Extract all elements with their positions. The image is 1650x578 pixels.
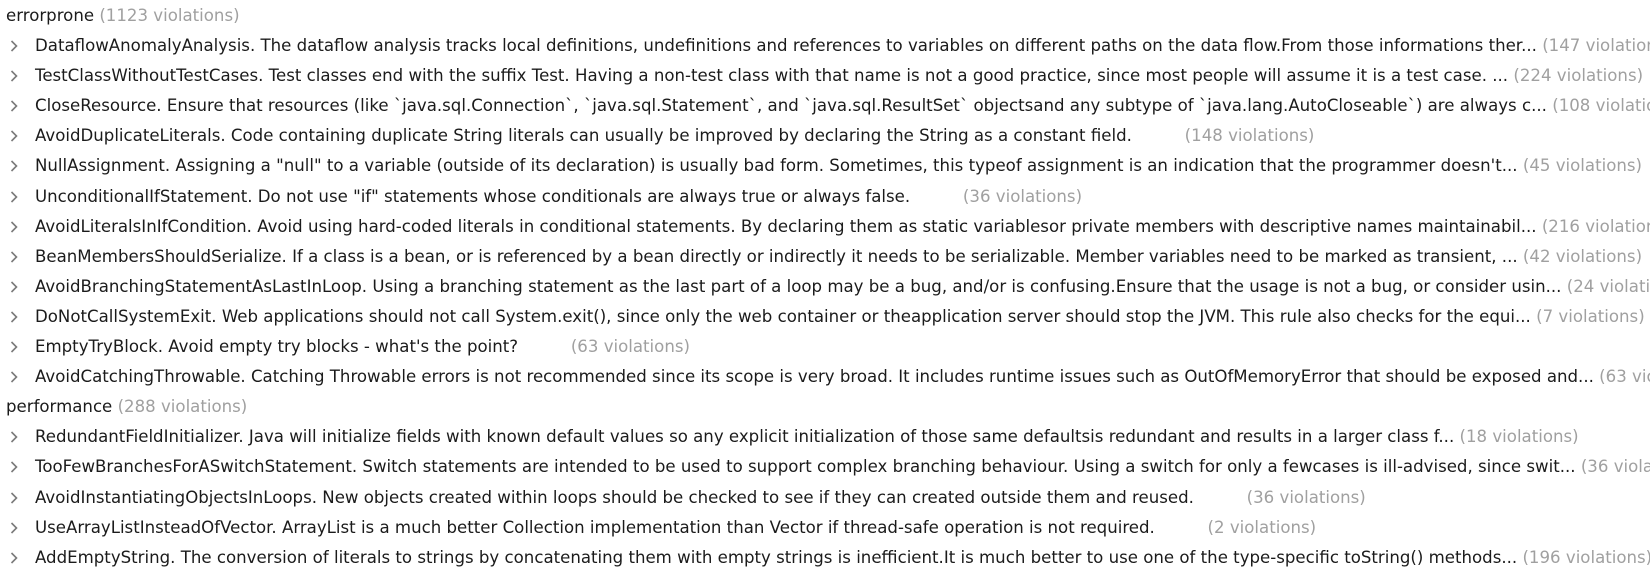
rule-spacer (1155, 518, 1208, 537)
rule-row-test-class-without-test-cases[interactable]: TestClassWithoutTestCases. Test classes … (0, 61, 1650, 91)
rule-row-null-assignment[interactable]: NullAssignment. Assigning a "null" to a … (0, 151, 1650, 181)
rule-row-empty-try-block[interactable]: EmptyTryBlock. Avoid empty try blocks - … (0, 332, 1650, 362)
rule-description: AddEmptyString. The conversion of litera… (35, 547, 1518, 567)
rule-violation-count: (18 violations) (1459, 427, 1579, 447)
rule-violation-count: (7 violations) (1536, 306, 1645, 326)
rule-violation-count: (196 violations) (1522, 547, 1650, 567)
rule-row-bean-members-should-serialize[interactable]: BeanMembersShouldSerialize. If a class i… (0, 242, 1650, 272)
rule-description: DoNotCallSystemExit. Web applications sh… (35, 306, 1531, 326)
rule-violation-count: (216 violations) (1541, 216, 1650, 236)
rule-description: AvoidBranchingStatementAsLastInLoop. Usi… (35, 276, 1562, 296)
rule-description: UseArrayListInsteadOfVector. ArrayList i… (35, 517, 1155, 537)
rule-row-redundant-field-initializer[interactable]: RedundantFieldInitializer. Java will ini… (0, 422, 1650, 452)
rule-row-too-few-branches-for-a-switch-statement[interactable]: TooFewBranchesForASwitchStatement. Switc… (0, 452, 1650, 482)
rule-violation-count: (42 violations) (1522, 246, 1643, 266)
chevron-right-icon[interactable] (8, 452, 20, 482)
rule-description: EmptyTryBlock. Avoid empty try blocks - … (35, 337, 519, 357)
rule-description: TooFewBranchesForASwitchStatement. Switc… (35, 457, 1576, 477)
rule-description: AvoidDuplicateLiterals. Code containing … (35, 126, 1132, 146)
rule-description: AvoidCatchingThrowable. Catching Throwab… (35, 367, 1594, 387)
rule-description: DataflowAnomalyAnalysis. The dataflow an… (35, 36, 1537, 56)
rule-spacer (1132, 126, 1185, 145)
chevron-right-icon[interactable] (8, 513, 20, 543)
chevron-right-icon[interactable] (8, 272, 20, 302)
rule-row-avoid-catching-throwable[interactable]: AvoidCatchingThrowable. Catching Throwab… (0, 362, 1650, 392)
rule-violation-count: (36 violations) (962, 186, 1083, 206)
chevron-right-icon[interactable] (8, 182, 20, 212)
chevron-right-icon[interactable] (8, 61, 20, 91)
chevron-right-icon[interactable] (8, 362, 20, 392)
rule-violation-count: (147 violations) (1542, 36, 1650, 56)
rule-description: AvoidLiteralsInIfCondition. Avoid using … (35, 216, 1537, 236)
chevron-right-icon[interactable] (8, 422, 20, 452)
rule-violation-count: (148 violations) (1184, 126, 1315, 146)
rule-spacer (518, 337, 571, 356)
group-name: errorprone (6, 6, 95, 25)
rule-row-close-resource[interactable]: CloseResource. Ensure that resources (li… (0, 91, 1650, 121)
rule-violation-count: (63 violations) (1599, 367, 1650, 387)
rule-row-unconditional-if-statement[interactable]: UnconditionalIfStatement. Do not use "if… (0, 182, 1650, 212)
rule-row-do-not-call-system-exit[interactable]: DoNotCallSystemExit. Web applications sh… (0, 302, 1650, 332)
rule-description: TestClassWithoutTestCases. Test classes … (35, 66, 1509, 86)
rule-row-use-array-list-instead-of-vector[interactable]: UseArrayListInsteadOfVector. ArrayList i… (0, 513, 1650, 543)
rule-description: BeanMembersShouldSerialize. If a class i… (35, 246, 1518, 266)
rule-row-avoid-branching-statement-as-last-in-loop[interactable]: AvoidBranchingStatementAsLastInLoop. Usi… (0, 272, 1650, 302)
rule-violation-count: (24 violations) (1566, 276, 1650, 296)
rule-violation-count: (63 violations) (570, 337, 690, 357)
chevron-right-icon[interactable] (8, 212, 20, 242)
rule-violation-count: (2 violations) (1207, 517, 1317, 537)
chevron-right-icon[interactable] (8, 91, 20, 121)
rule-row-dataflow-anomaly-analysis[interactable]: DataflowAnomalyAnalysis. The dataflow an… (0, 31, 1650, 61)
group-violation-count: (1123 violations) (99, 6, 240, 25)
rule-violation-count: (36 violations) (1580, 457, 1650, 477)
rule-spacer (1194, 488, 1247, 507)
rule-violation-count: (45 violations) (1522, 156, 1642, 176)
group-header-errorprone[interactable]: errorprone (1123 violations) (0, 1, 1650, 31)
rule-description: CloseResource. Ensure that resources (li… (35, 96, 1547, 116)
chevron-right-icon[interactable] (8, 483, 20, 513)
rule-row-avoid-duplicate-literals[interactable]: AvoidDuplicateLiterals. Code containing … (0, 121, 1650, 151)
chevron-right-icon[interactable] (8, 121, 20, 151)
chevron-right-icon[interactable] (8, 242, 20, 272)
rule-row-avoid-instantiating-objects-in-loops[interactable]: AvoidInstantiatingObjectsInLoops. New ob… (0, 483, 1650, 513)
chevron-right-icon[interactable] (8, 302, 20, 332)
rule-row-add-empty-string[interactable]: AddEmptyString. The conversion of litera… (0, 543, 1650, 573)
rule-violation-count: (36 violations) (1246, 487, 1366, 507)
violations-tree: errorprone (1123 violations) DataflowAno… (0, 0, 1650, 578)
rule-description: NullAssignment. Assigning a "null" to a … (35, 156, 1518, 176)
rule-row-avoid-literals-in-if-condition[interactable]: AvoidLiteralsInIfCondition. Avoid using … (0, 212, 1650, 242)
chevron-right-icon[interactable] (8, 332, 20, 362)
group-header-performance[interactable]: performance (288 violations) (0, 392, 1650, 422)
group-name: performance (6, 397, 113, 417)
rule-violation-count: (224 violations) (1513, 66, 1644, 86)
chevron-right-icon[interactable] (8, 151, 20, 181)
rule-description: UnconditionalIfStatement. Do not use "if… (35, 186, 911, 206)
rule-spacer (910, 187, 963, 206)
chevron-right-icon[interactable] (8, 31, 20, 61)
rule-description: RedundantFieldInitializer. Java will ini… (35, 427, 1455, 447)
rule-violation-count: (108 violations) (1552, 96, 1650, 116)
group-violation-count: (288 violations) (117, 397, 248, 417)
rule-description: AvoidInstantiatingObjectsInLoops. New ob… (35, 487, 1194, 507)
chevron-right-icon[interactable] (8, 543, 20, 573)
